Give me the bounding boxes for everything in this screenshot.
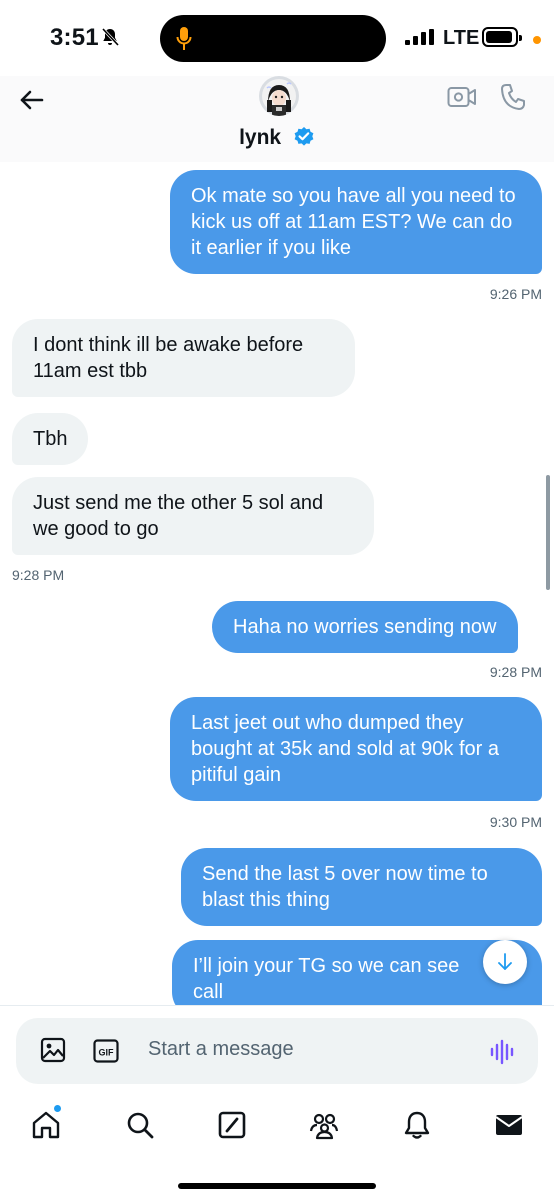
- dynamic-island: [160, 15, 386, 62]
- message-timestamp: 9:26 PM: [489, 286, 542, 302]
- message-bubble-incoming[interactable]: I dont think ill be awake before 11am es…: [12, 319, 355, 397]
- mic-in-use-indicator: [533, 36, 541, 44]
- bottom-tab-bar: [0, 1097, 554, 1200]
- verified-badge-icon: [294, 127, 314, 146]
- contact-name-row[interactable]: lynk: [0, 126, 554, 150]
- home-indicator: [178, 1183, 376, 1189]
- message-composer[interactable]: GIF Start a message: [16, 1018, 538, 1084]
- network-type: LTE: [443, 27, 480, 49]
- image-icon[interactable]: [40, 1037, 66, 1063]
- message-bubble-outgoing[interactable]: Last jeet out who dumped they bought at …: [170, 697, 542, 801]
- communities-icon[interactable]: [308, 1109, 340, 1141]
- message-bubble-outgoing[interactable]: Ok mate so you have all you need to kick…: [170, 170, 542, 274]
- notification-dot: [54, 1105, 61, 1112]
- messages-icon[interactable]: [493, 1109, 525, 1141]
- battery-icon: [482, 27, 522, 47]
- message-bubble-incoming[interactable]: Just send me the other 5 sol and we good…: [12, 477, 374, 555]
- status-time: 3:51: [50, 24, 99, 51]
- cellular-signal-icon: [405, 29, 434, 45]
- arrow-down-icon: [498, 953, 512, 970]
- video-call-icon[interactable]: [447, 85, 477, 109]
- back-arrow-icon[interactable]: [18, 86, 46, 114]
- status-bar: 3:51 LTE: [0, 0, 554, 76]
- conversation-header: lynk: [0, 76, 554, 162]
- message-timestamp: 9:28 PM: [489, 664, 542, 680]
- scroll-to-bottom-button[interactable]: [483, 940, 527, 984]
- phone-icon[interactable]: [499, 82, 527, 112]
- search-icon[interactable]: [124, 1109, 156, 1141]
- bell-slash-icon: [101, 27, 120, 47]
- composer-bar: GIF Start a message: [0, 1005, 554, 1098]
- scrollbar[interactable]: [546, 475, 550, 590]
- voice-waveform-icon[interactable]: [489, 1039, 515, 1065]
- message-bubble-outgoing[interactable]: Haha no worries sending now: [212, 601, 518, 653]
- microphone-icon: [176, 27, 192, 50]
- message-timestamp: 9:28 PM: [12, 567, 65, 583]
- grok-icon[interactable]: [216, 1109, 248, 1141]
- home-icon[interactable]: [30, 1109, 62, 1141]
- gif-icon[interactable]: GIF: [93, 1039, 119, 1063]
- avatar[interactable]: [259, 76, 299, 116]
- notifications-icon[interactable]: [401, 1109, 433, 1141]
- message-input[interactable]: Start a message: [148, 1038, 294, 1061]
- message-timestamp: 9:30 PM: [489, 814, 542, 830]
- gif-label: GIF: [99, 1048, 115, 1058]
- message-bubble-outgoing[interactable]: Send the last 5 over now time to blast t…: [181, 848, 542, 926]
- contact-name: lynk: [239, 126, 282, 149]
- message-bubble-incoming[interactable]: Tbh: [12, 413, 89, 465]
- conversation-thread[interactable]: Ok mate so you have all you need to kick…: [0, 162, 554, 1005]
